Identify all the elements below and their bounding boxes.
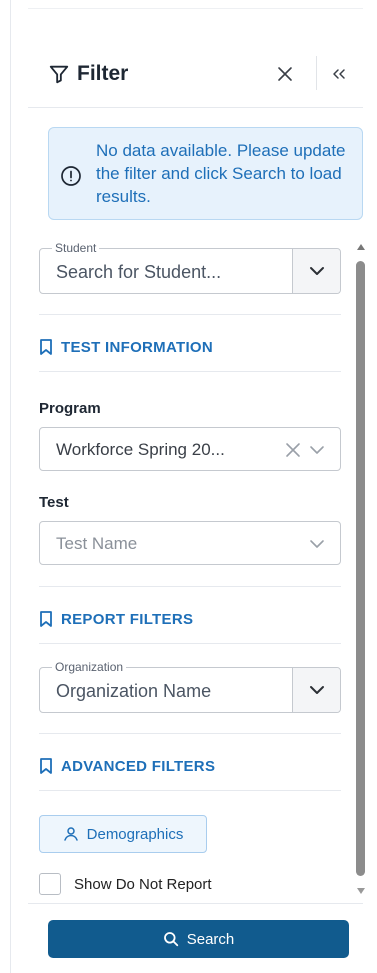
demographics-label: Demographics xyxy=(86,825,184,843)
chevron-down-icon xyxy=(309,267,324,275)
organization-dropdown-button[interactable] xyxy=(292,668,340,712)
show-do-not-report-checkbox[interactable] xyxy=(39,873,61,895)
clear-icon[interactable] xyxy=(284,441,302,459)
user-icon xyxy=(63,827,78,841)
student-dropdown-button[interactable] xyxy=(292,249,340,293)
scroll-up-arrow-icon[interactable] xyxy=(357,244,365,250)
section-report-filters: REPORT FILTERS xyxy=(39,610,193,628)
divider xyxy=(39,643,341,644)
alert-message: No data available. Please update the fil… xyxy=(96,141,346,206)
divider xyxy=(39,790,341,791)
divider xyxy=(39,586,341,587)
test-label: Test xyxy=(39,494,69,511)
footer-divider xyxy=(28,903,363,904)
scrollbar[interactable] xyxy=(355,244,367,894)
header-divider xyxy=(316,56,317,90)
close-icon xyxy=(278,67,292,81)
divider xyxy=(39,314,341,315)
bookmark-icon xyxy=(40,339,52,355)
test-select[interactable]: Test Name xyxy=(39,521,341,565)
search-button-label: Search xyxy=(186,930,235,948)
panel-top-border xyxy=(28,8,363,9)
filter-panel: Filter No data available. Please update … xyxy=(0,0,377,973)
bookmark-icon xyxy=(40,758,52,774)
program-value: Workforce Spring 20... xyxy=(56,440,225,459)
scroll-down-arrow-icon[interactable] xyxy=(357,888,365,894)
section-title: TEST INFORMATION xyxy=(61,338,214,356)
divider xyxy=(39,371,341,372)
panel-title: Filter xyxy=(77,61,129,85)
chevron-down-icon[interactable] xyxy=(308,442,326,458)
program-select[interactable]: Workforce Spring 20... xyxy=(39,427,341,471)
search-button[interactable]: Search xyxy=(48,920,349,958)
student-label: Student xyxy=(52,241,100,255)
show-do-not-report-label[interactable]: Show Do Not Report xyxy=(74,876,212,893)
panel-left-border xyxy=(10,0,11,973)
info-icon xyxy=(61,166,81,186)
bookmark-icon xyxy=(40,611,52,627)
double-chevron-left-icon xyxy=(333,69,345,79)
organization-placeholder[interactable]: Organization Name xyxy=(56,681,288,702)
filter-header: Filter xyxy=(28,40,363,108)
student-search-field[interactable]: Student Search for Student... xyxy=(39,241,341,294)
search-icon xyxy=(163,932,178,947)
close-button[interactable] xyxy=(271,60,299,88)
section-title: ADVANCED FILTERS xyxy=(61,757,216,775)
scrollbar-thumb[interactable] xyxy=(356,261,365,876)
show-do-not-report-row[interactable]: Show Do Not Report xyxy=(39,873,212,895)
divider xyxy=(39,733,341,734)
test-placeholder: Test Name xyxy=(56,534,138,553)
student-placeholder[interactable]: Search for Student... xyxy=(56,262,288,283)
collapse-panel-button[interactable] xyxy=(325,60,353,88)
section-title: REPORT FILTERS xyxy=(61,610,194,628)
organization-label: Organization xyxy=(52,660,127,674)
chevron-down-icon xyxy=(309,686,324,694)
funnel-icon xyxy=(49,65,69,83)
section-test-information: TEST INFORMATION xyxy=(39,338,213,356)
no-data-alert: No data available. Please update the fil… xyxy=(48,127,363,220)
organization-field[interactable]: Organization Organization Name xyxy=(39,660,341,713)
demographics-button[interactable]: Demographics xyxy=(39,815,207,853)
chevron-down-icon[interactable] xyxy=(308,536,326,552)
section-advanced-filters: ADVANCED FILTERS xyxy=(39,757,215,775)
program-label: Program xyxy=(39,400,101,417)
